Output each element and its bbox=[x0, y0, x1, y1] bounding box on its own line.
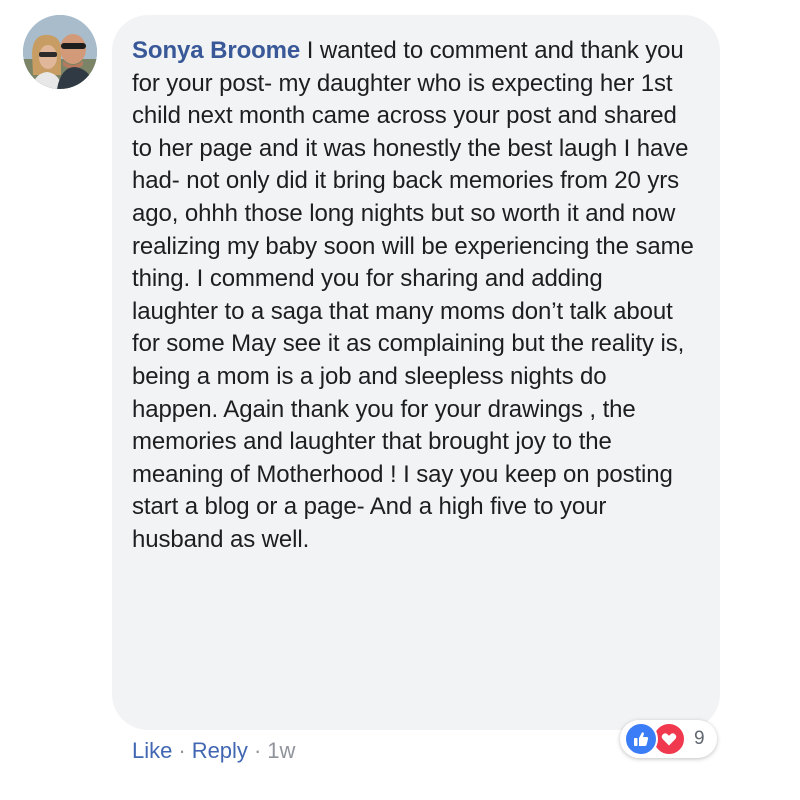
reactions-summary[interactable]: 9 bbox=[620, 720, 717, 758]
comment-author[interactable]: Sonya Broome bbox=[132, 37, 300, 64]
comment-bubble: Sonya Broome I wanted to comment and tha… bbox=[112, 15, 720, 730]
reaction-count: 9 bbox=[694, 728, 705, 749]
like-button[interactable]: Like bbox=[132, 738, 172, 764]
avatar-photo bbox=[23, 15, 97, 89]
comment-text: I wanted to comment and thank you for yo… bbox=[132, 37, 694, 553]
comment-actions: Like · Reply · 1w bbox=[132, 738, 295, 764]
avatar[interactable] bbox=[23, 15, 97, 89]
timestamp[interactable]: 1w bbox=[267, 738, 295, 764]
comment-body: Sonya Broome I wanted to comment and tha… bbox=[132, 35, 694, 557]
comment: Sonya Broome I wanted to comment and tha… bbox=[0, 0, 800, 800]
reply-button[interactable]: Reply bbox=[192, 738, 248, 764]
like-icon bbox=[624, 722, 658, 756]
separator: · bbox=[178, 738, 186, 763]
separator: · bbox=[253, 738, 262, 763]
